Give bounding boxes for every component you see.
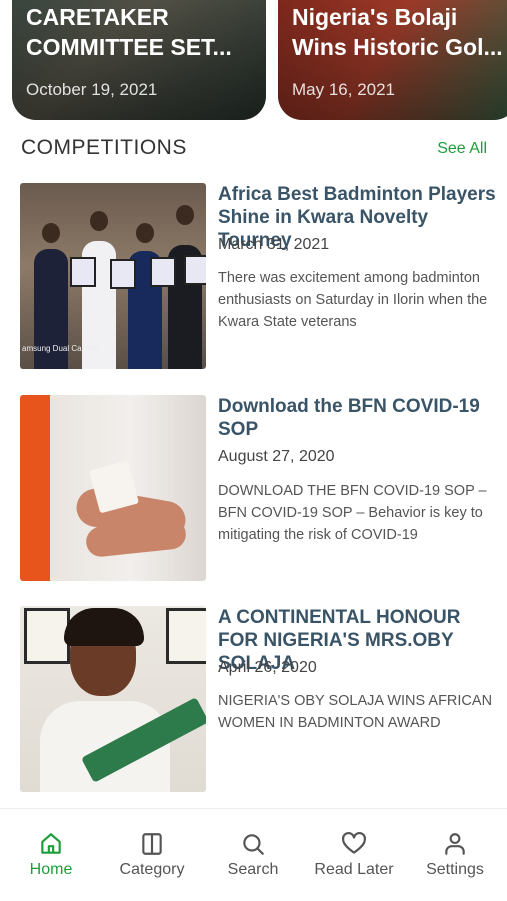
article-list-item[interactable]: amsung Dual Camera Africa Best Badminton… xyxy=(20,183,496,369)
article-date: March 31, 2021 xyxy=(218,236,330,253)
featured-carousel: CARETAKER COMMITTEE SET... October 19, 2… xyxy=(0,0,507,122)
nav-label: Search xyxy=(227,861,279,878)
section-title: COMPETITIONS xyxy=(21,136,187,159)
competitions-header: COMPETITIONS See All xyxy=(21,136,487,164)
article-excerpt: DOWNLOAD THE BFN COVID-19 SOP – BFN COVI… xyxy=(218,483,487,543)
see-all-link[interactable]: See All xyxy=(437,140,487,158)
category-icon xyxy=(142,833,162,855)
article-title[interactable]: Download the BFN COVID-19 SOP xyxy=(218,395,498,441)
carousel-card-title: CARETAKER COMMITTEE SET... xyxy=(26,4,232,60)
article-date: April 26, 2020 xyxy=(218,659,317,676)
article-excerpt: There was excitement among badminton ent… xyxy=(218,270,488,330)
article-list-item[interactable]: A CONTINENTAL HONOUR FOR NIGERIA'S MRS.O… xyxy=(20,606,492,792)
search-icon xyxy=(243,834,264,855)
article-thumbnail xyxy=(20,606,206,792)
nav-home[interactable]: Home xyxy=(1,831,101,879)
nav-category[interactable]: Category xyxy=(102,831,202,879)
nav-read-later[interactable]: Read Later xyxy=(304,831,404,879)
carousel-card-date: May 16, 2021 xyxy=(292,80,396,99)
article-thumbnail xyxy=(20,395,206,581)
nav-settings[interactable]: Settings xyxy=(405,831,505,879)
article-date: August 27, 2020 xyxy=(218,448,335,465)
nav-label: Category xyxy=(119,861,185,878)
article-list-item[interactable]: Download the BFN COVID-19 SOP August 27,… xyxy=(20,395,490,581)
user-icon xyxy=(445,833,465,855)
bottom-navigation: Home Category Search Read Later Settings xyxy=(0,808,507,901)
carousel-card-title: Nigeria's Bolaji Wins Historic Gol... xyxy=(292,4,503,60)
thumbnail-watermark: amsung Dual Camera xyxy=(22,344,100,353)
nav-label: Settings xyxy=(426,861,484,878)
article-excerpt: NIGERIA'S OBY SOLAJA WINS AFRICAN WOMEN … xyxy=(218,693,493,731)
nav-label: Read Later xyxy=(314,861,394,878)
carousel-card[interactable]: CARETAKER COMMITTEE SET... October 19, 2… xyxy=(12,0,266,120)
nav-label: Home xyxy=(29,861,73,878)
carousel-card[interactable]: Nigeria's Bolaji Wins Historic Gol... Ma… xyxy=(278,0,507,120)
carousel-card-date: October 19, 2021 xyxy=(26,80,158,99)
home-icon xyxy=(41,833,61,854)
article-thumbnail: amsung Dual Camera xyxy=(20,183,206,369)
heart-icon xyxy=(342,831,366,854)
nav-search[interactable]: Search xyxy=(203,831,303,879)
